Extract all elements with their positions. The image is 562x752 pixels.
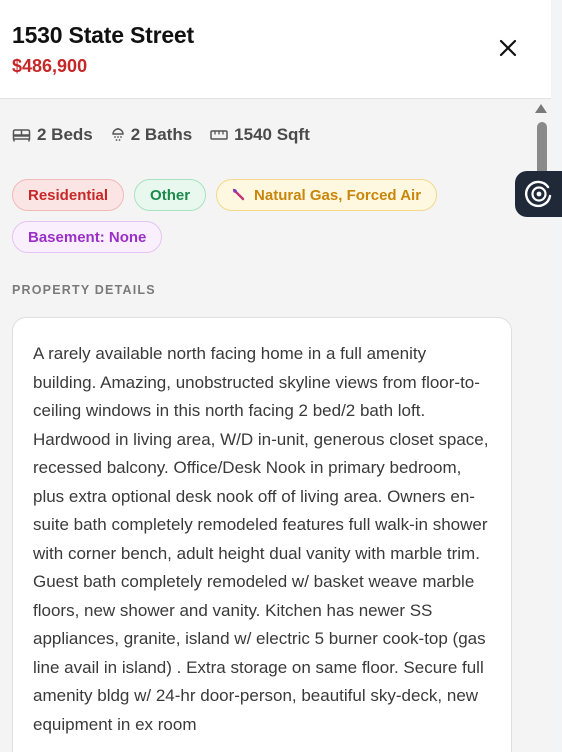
listing-detail-panel: 1530 State Street $486,900 2 Beds 2 Bath… xyxy=(0,0,551,752)
section-heading: PROPERTY DETAILS xyxy=(12,283,156,297)
shower-icon xyxy=(112,128,124,141)
spec-sqft: 1540 Sqft xyxy=(210,125,310,145)
close-button[interactable] xyxy=(496,36,520,60)
ruler-icon xyxy=(210,130,228,140)
heating-label: Natural Gas, Forced Air xyxy=(254,186,422,204)
listing-header: 1530 State Street $486,900 xyxy=(0,0,551,99)
listing-page: 1530 State Street $486,900 2 Beds 2 Bath… xyxy=(0,0,562,752)
chip-residential: Residential xyxy=(12,179,125,211)
chip-heating: Natural Gas, Forced Air xyxy=(216,179,438,211)
chip-row: Residential Other Natural Gas, Forced Ai… xyxy=(12,179,522,211)
sqft-label: 1540 Sqft xyxy=(234,125,310,144)
assistant-fab-button[interactable] xyxy=(515,171,562,217)
bed-icon xyxy=(12,129,31,142)
spec-baths: 2 Baths xyxy=(111,125,192,145)
listing-price: $486,900 xyxy=(12,56,88,76)
beds-label: 2 Beds xyxy=(37,125,93,144)
baths-label: 2 Baths xyxy=(130,125,193,144)
property-specs: 2 Beds 2 Baths 1540 Sqft xyxy=(12,123,328,147)
target-icon xyxy=(524,180,551,208)
scroll-up-arrow[interactable] xyxy=(535,104,547,113)
property-description: A rarely available north facing home in … xyxy=(33,344,489,734)
close-icon xyxy=(499,39,517,57)
chip-other: Other xyxy=(134,179,207,211)
spec-beds: 2 Beds xyxy=(12,125,93,145)
listing-content: 2 Beds 2 Baths 1540 Sqft Residential Oth… xyxy=(0,99,533,752)
flame-icon xyxy=(232,188,245,201)
chip-basement: Basement: None xyxy=(12,221,163,253)
description-card: A rarely available north facing home in … xyxy=(12,317,512,752)
listing-title: 1530 State Street xyxy=(12,22,194,48)
chip-row: Basement: None xyxy=(12,221,522,253)
feature-chips: Residential Other Natural Gas, Forced Ai… xyxy=(12,179,522,263)
